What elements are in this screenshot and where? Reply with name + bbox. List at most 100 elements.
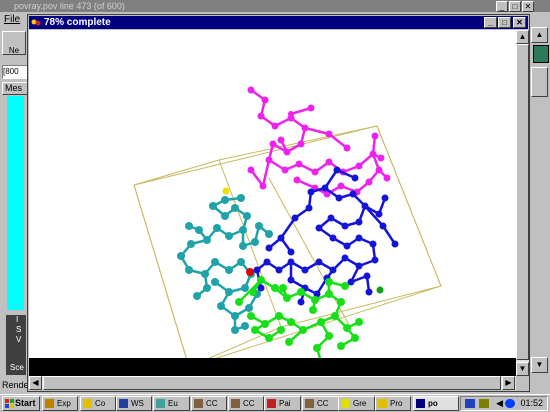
atom — [355, 162, 363, 170]
atom — [209, 202, 217, 210]
atom — [201, 270, 209, 278]
atom — [297, 140, 305, 148]
start-button[interactable]: Start — [2, 396, 40, 411]
volume-icon[interactable]: ◀ — [493, 399, 503, 408]
taskbar-button-co[interactable]: Co — [80, 396, 116, 411]
vertical-scroll-thumb[interactable] — [516, 44, 529, 360]
editor-vertical-scrollbar[interactable]: ▲ ▼ — [530, 27, 550, 394]
atom — [271, 284, 279, 292]
editor-minimize-button[interactable]: _ — [496, 1, 508, 12]
atom — [245, 304, 253, 312]
editor-menu-bar: File — [0, 13, 20, 27]
render-title-bar[interactable]: 78% complete _ □ ✕ — [29, 16, 528, 29]
atom — [365, 178, 373, 186]
editor-maximize-button[interactable]: □ — [509, 1, 521, 12]
tab-messages[interactable]: Mes — [2, 82, 28, 95]
smiley-icon — [341, 399, 350, 408]
taskbar-button-ws[interactable]: WS — [116, 396, 152, 411]
atom — [239, 242, 247, 250]
render-minimize-button[interactable]: _ — [484, 17, 497, 28]
editor-scroll-down-icon[interactable]: ▼ — [531, 357, 548, 373]
taskbar-button-exp[interactable]: Exp — [42, 396, 78, 411]
atom — [337, 182, 345, 190]
atom — [325, 130, 333, 138]
atom — [335, 194, 343, 202]
bond — [279, 217, 297, 239]
editor-title: povray.pov line 473 (of 600) — [14, 1, 125, 11]
render-canvas — [29, 30, 516, 358]
taskbar-button-cc[interactable]: CC — [191, 396, 227, 411]
atom — [315, 224, 323, 232]
menu-file[interactable]: File — [0, 14, 20, 25]
render-vertical-scrollbar[interactable]: ▲ ▼ — [516, 30, 529, 376]
taskbar-button-po[interactable]: po — [413, 396, 459, 411]
povray-icon — [31, 18, 41, 27]
atom — [231, 312, 239, 320]
atom — [211, 258, 219, 266]
atom — [351, 174, 359, 182]
taskbar-button-label: po — [428, 399, 438, 408]
editor-close-button[interactable]: ✕ — [522, 1, 534, 12]
message-pane-strip: I S V Sce — [6, 315, 26, 375]
atom — [193, 292, 201, 300]
scroll-up-icon[interactable]: ▲ — [516, 30, 529, 44]
atom — [271, 122, 279, 130]
atom — [341, 282, 349, 290]
render-horizontal-scrollbar[interactable]: ◀ ▶ — [29, 376, 516, 390]
editor-scroll-thumb[interactable] — [531, 67, 548, 97]
clock[interactable]: 01:52 — [520, 398, 543, 408]
connection-icon[interactable] — [505, 399, 515, 408]
atom — [277, 326, 285, 334]
render-maximize-button[interactable]: □ — [498, 17, 511, 28]
editor-scroll-up-icon[interactable]: ▲ — [531, 27, 548, 43]
atom — [185, 222, 193, 230]
horizontal-scroll-thumb[interactable] — [43, 376, 501, 390]
side-letter-2: S — [16, 325, 22, 334]
atom — [377, 154, 385, 162]
taskbar-button-label: Eu — [168, 399, 178, 408]
system-tray: ◀ 01:52 — [460, 396, 548, 411]
editor-toolbar-icon[interactable] — [533, 45, 549, 63]
taskbar-button-label: Gre — [353, 399, 367, 408]
atom — [301, 124, 309, 132]
atom — [383, 174, 391, 182]
taskbar-button-pai[interactable]: Pai — [264, 396, 301, 411]
atom — [265, 156, 273, 164]
resolution-select[interactable]: [800 — [2, 65, 28, 79]
taskbar-button-pro[interactable]: Pro — [375, 396, 411, 411]
atom — [231, 326, 239, 334]
taskbar-button-label: Pai — [279, 399, 291, 408]
tray-app-icon[interactable] — [479, 399, 489, 408]
atom — [281, 166, 289, 174]
editor-title-bar[interactable]: povray.pov line 473 (of 600) — [0, 0, 550, 12]
render-window: 78% complete _ □ ✕ ▲ ▼ ◀ ▶ — [27, 14, 530, 392]
atom — [203, 284, 211, 292]
atom — [371, 132, 379, 140]
atom — [375, 210, 383, 218]
scroll-left-icon[interactable]: ◀ — [29, 376, 42, 390]
scroll-right-icon[interactable]: ▶ — [502, 376, 515, 390]
resolution-value: [800 — [3, 67, 19, 76]
atom — [361, 202, 369, 210]
taskbar-button-cc[interactable]: CC — [302, 396, 339, 411]
taskbar-button-gre[interactable]: Gre — [338, 396, 375, 411]
atom — [343, 324, 351, 332]
network-icon[interactable] — [465, 399, 475, 408]
render-close-button[interactable]: ✕ — [513, 17, 526, 28]
atom — [247, 86, 255, 94]
atom — [288, 111, 294, 117]
atom — [341, 254, 349, 262]
atom — [287, 258, 295, 266]
atom — [371, 256, 379, 264]
bond — [261, 159, 271, 187]
new-button[interactable]: Ne — [2, 31, 26, 55]
taskbar-button-cc[interactable]: CC — [228, 396, 264, 411]
atom — [351, 334, 359, 342]
atom — [241, 322, 249, 330]
scroll-down-icon[interactable]: ▼ — [516, 362, 529, 376]
atom — [247, 166, 255, 174]
size-grip[interactable] — [516, 376, 529, 390]
taskbar-button-label: WS — [131, 399, 144, 408]
atom — [261, 320, 269, 328]
taskbar-button-eu[interactable]: Eu — [153, 396, 190, 411]
